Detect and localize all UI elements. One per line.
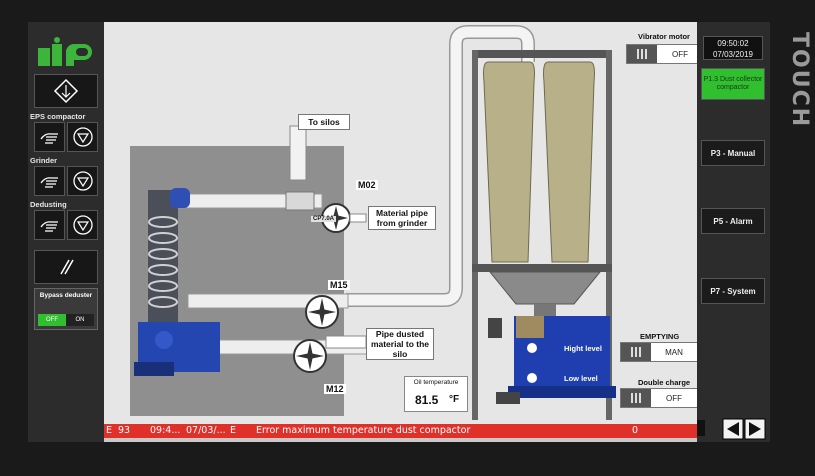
low-level-label: Low level [564, 374, 598, 383]
alarm-navigation [697, 416, 770, 442]
hand-manual-icon [40, 133, 58, 144]
eps-compactor-stop-button[interactable] [67, 122, 98, 152]
slash-reset-icon [60, 259, 74, 275]
low-level-indicator [527, 373, 537, 383]
pipe-dusted-label: Pipe dusted material to the silo [366, 328, 434, 360]
vibrator-motor-switch[interactable]: OFF [626, 44, 704, 64]
alarm-time: 09:4... [150, 425, 181, 436]
dedusting-stop-button[interactable] [67, 210, 98, 240]
touch-brand-label: TOUCH [787, 32, 812, 129]
eps-compactor-hand-button[interactable] [34, 122, 65, 152]
right-nav-panel: 09:50:02 07/03/2019 P1.3 Dust collector … [697, 22, 770, 442]
emptying-switch[interactable]: MAN [620, 342, 698, 362]
motor-m15-label: M15 [328, 280, 350, 290]
nip-logo-icon [38, 37, 92, 66]
double-charge-state: OFF [651, 389, 697, 407]
alarm-message: Error maximum temperature dust compactor [256, 425, 471, 436]
collector-top-frame [472, 50, 612, 58]
collector-hopper [488, 271, 602, 305]
double-charge-label: Double charge [638, 378, 691, 387]
alarm-code: 93 [118, 425, 131, 436]
section-label-dedusting: Dedusting [30, 200, 67, 209]
reset-button[interactable] [34, 250, 98, 284]
fan-m15 [305, 295, 339, 329]
stop-triangle-icon [72, 127, 93, 147]
hmi-screen: EPS compactor Grinder Dedusting Bypass d… [28, 22, 770, 442]
oil-temperature-label: Oil temperature [413, 379, 459, 386]
alarm-count: 0 [632, 425, 639, 436]
material-pipe-label: Material pipe from grinder [368, 206, 436, 230]
start-cycle-button[interactable] [34, 74, 98, 108]
process-synoptic: To silos M02 CP7.0A Material pipe from g… [104, 22, 704, 424]
bypass-deduster-label: Bypass deduster [39, 292, 93, 299]
left-control-panel: EPS compactor Grinder Dedusting Bypass d… [28, 22, 104, 442]
clock-display: 09:50:02 07/03/2019 [703, 36, 763, 60]
motor-m02-label: M02 [356, 180, 378, 190]
alarm-scroll-bar-icon [697, 420, 705, 436]
next-alarm-icon[interactable] [744, 418, 766, 440]
conveyor-top-motor [170, 188, 190, 208]
to-silos-pipe [289, 125, 307, 181]
bypass-on-option[interactable]: ON [66, 314, 94, 326]
oil-temperature-panel: Oil temperature 81.5 °F [404, 376, 468, 412]
nav-p5-alarm[interactable]: P5 - Alarm [701, 208, 765, 234]
double-charge-switch[interactable]: OFF [620, 388, 698, 408]
grinder-stop-button[interactable] [67, 166, 98, 196]
stop-triangle-icon [72, 171, 93, 191]
section-label-eps-compactor: EPS compactor [30, 112, 86, 121]
oil-temperature-unit: °F [449, 394, 460, 405]
alarm-state: E [230, 425, 237, 436]
hand-manual-icon [40, 177, 58, 188]
pipe-coupling [285, 191, 315, 211]
oil-temperature-value: 81.5 [415, 393, 439, 407]
motor-m12-label: M12 [324, 384, 346, 394]
emptying-state: MAN [651, 343, 697, 361]
grinder-controls [34, 166, 98, 196]
diamond-start-icon [53, 78, 79, 104]
alarm-bar[interactable]: E 93 09:4... 07/03/... E Error maximum t… [104, 424, 697, 438]
nav-p7-system[interactable]: P7 - System [701, 278, 765, 304]
section-label-grinder: Grinder [30, 156, 58, 165]
filter-tube-left [483, 61, 535, 263]
filter-tube-right [543, 61, 595, 263]
stop-triangle-icon [72, 215, 93, 235]
nav-p3-manual[interactable]: P3 - Manual [701, 140, 765, 166]
prev-alarm-icon[interactable] [722, 418, 744, 440]
to-silos-label: To silos [298, 114, 350, 130]
dedusting-hand-button[interactable] [34, 210, 65, 240]
nav-p1-3-dust-collector[interactable]: P1.3 Dust collector compactor [701, 68, 765, 100]
fan-m12 [293, 339, 327, 373]
clock-date: 07/03/2019 [712, 50, 754, 59]
cp-label: CP7.0A [311, 216, 337, 222]
hand-manual-icon [40, 221, 58, 232]
eps-compactor-controls [34, 122, 98, 152]
high-level-indicator [527, 343, 537, 353]
emptying-label: EMPTYING [640, 332, 680, 341]
vibrator-motor-label: Vibrator motor [638, 32, 690, 41]
dedusting-controls [34, 210, 98, 240]
clock-time: 09:50:02 [717, 39, 749, 48]
grinder-hand-button[interactable] [34, 166, 65, 196]
bypass-deduster-switch[interactable]: Bypass deduster OFF ON [34, 288, 98, 330]
high-level-label: Hight level [564, 344, 602, 353]
alarm-type: E [106, 425, 113, 436]
alarm-date: 07/03/... [186, 425, 226, 436]
bypass-off-option[interactable]: OFF [38, 314, 66, 326]
